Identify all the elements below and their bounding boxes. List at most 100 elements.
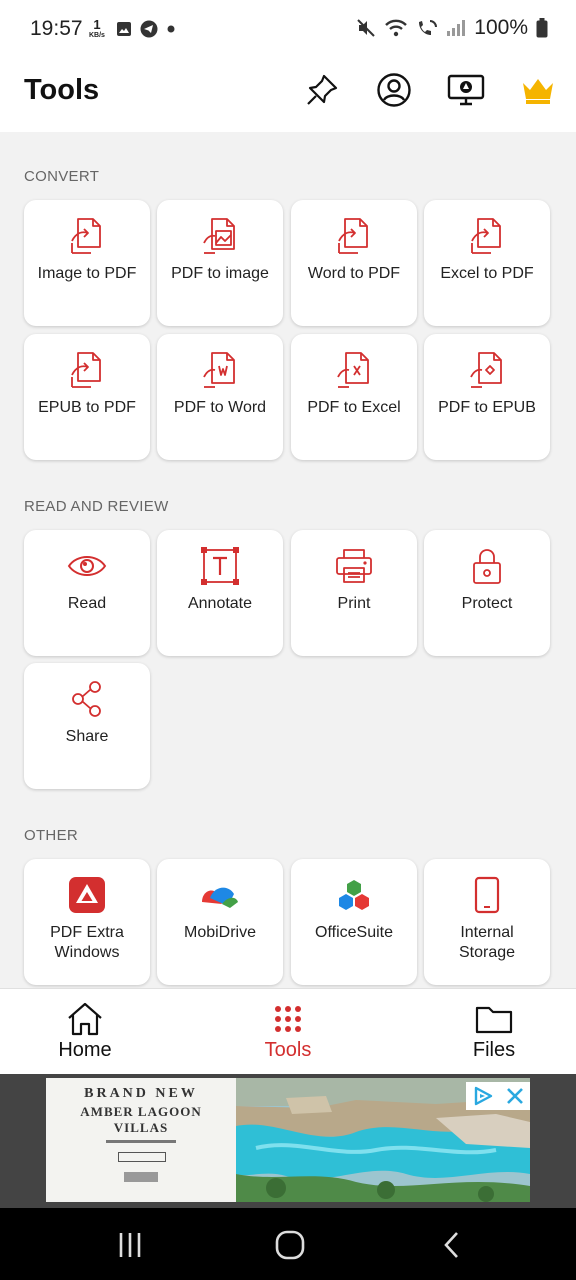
ad-text-panel: BRAND NEW AMBER LAGOON VILLAS	[46, 1078, 236, 1202]
nav-home-label: Home	[58, 1039, 112, 1061]
ad-cta-box	[118, 1152, 166, 1162]
tool-label: Image to PDF	[37, 265, 137, 282]
ad-choices-icon[interactable]	[472, 1085, 494, 1107]
ad-container: BRAND NEW AMBER LAGOON VILLAS	[0, 1074, 576, 1208]
bottom-navigation: Home Tools Files	[0, 988, 576, 1075]
ad-line-3: VILLAS	[113, 1120, 169, 1135]
battery-icon	[536, 18, 548, 38]
tool-label: Read	[67, 595, 107, 612]
network-speed-unit: KB/s	[89, 32, 105, 39]
mute-icon	[357, 19, 375, 37]
share-icon	[24, 679, 150, 719]
phone-storage-icon	[424, 875, 550, 915]
ad-banner[interactable]: BRAND NEW AMBER LAGOON VILLAS	[46, 1078, 530, 1202]
tool-image-to-pdf[interactable]: Image to PDF	[24, 200, 150, 326]
wifi-calling-icon	[419, 20, 438, 35]
tool-label: PDF Extra Windows	[50, 924, 124, 961]
ad-line-1: BRAND NEW	[84, 1086, 198, 1101]
officesuite-logo-icon	[291, 875, 417, 915]
app-officesuite[interactable]: OfficeSuite	[291, 859, 417, 985]
screen-share-icon[interactable]	[446, 70, 486, 110]
tool-label: Protect	[461, 595, 513, 612]
lock-icon	[424, 546, 550, 586]
home-button-icon[interactable]	[270, 1230, 310, 1260]
ad-choices-badge[interactable]	[466, 1082, 530, 1110]
tool-word-to-pdf[interactable]: Word to PDF	[291, 200, 417, 326]
excel-to-pdf-icon	[424, 216, 550, 256]
recent-apps-icon[interactable]	[110, 1230, 150, 1260]
tool-label: Annotate	[187, 595, 253, 612]
battery-percent: 100%	[474, 16, 528, 39]
pdf-to-image-icon	[157, 216, 283, 256]
tool-label: Print	[337, 595, 371, 612]
eye-icon	[24, 546, 150, 586]
grid-dots-icon	[192, 999, 384, 1039]
tool-label: Word to PDF	[307, 265, 401, 282]
back-icon[interactable]	[432, 1230, 472, 1260]
tool-label: Excel to PDF	[440, 265, 534, 282]
section-label-other: OTHER	[24, 827, 78, 844]
tool-label: OfficeSuite	[315, 924, 393, 941]
tool-protect[interactable]: Protect	[424, 530, 550, 656]
ad-close-icon[interactable]	[505, 1086, 525, 1106]
tool-label: PDF to EPUB	[438, 399, 536, 416]
telegram-icon	[140, 20, 158, 38]
tool-pdf-to-image[interactable]: PDF to image	[157, 200, 283, 326]
tool-pdf-to-word[interactable]: PDF to Word	[157, 334, 283, 460]
pdf-extra-logo-icon	[24, 875, 150, 915]
tool-annotate[interactable]: Annotate	[157, 530, 283, 656]
gallery-icon	[117, 22, 131, 36]
section-label-read-review: READ AND REVIEW	[24, 498, 169, 515]
ad-fine-print	[106, 1140, 176, 1143]
crown-icon[interactable]	[518, 70, 558, 110]
pin-icon[interactable]	[302, 70, 342, 110]
printer-icon	[291, 546, 417, 586]
internal-storage[interactable]: Internal Storage	[424, 859, 550, 985]
pdf-to-excel-icon	[291, 350, 417, 390]
tool-excel-to-pdf[interactable]: Excel to PDF	[424, 200, 550, 326]
network-speed: 1 KB/s	[89, 18, 105, 40]
account-icon[interactable]	[374, 70, 414, 110]
system-navigation-bar	[0, 1208, 576, 1280]
nav-tools-label: Tools	[264, 1039, 312, 1061]
ad-line-2: AMBER LAGOON	[80, 1104, 202, 1119]
tool-print[interactable]: Print	[291, 530, 417, 656]
image-to-pdf-icon	[24, 216, 150, 256]
text-annotate-icon	[157, 546, 283, 586]
tool-pdf-to-epub[interactable]: PDF to EPUB	[424, 334, 550, 460]
tool-label: MobiDrive	[183, 924, 256, 941]
ad-logo	[124, 1172, 158, 1182]
pdf-to-epub-icon	[424, 350, 550, 390]
wifi-icon	[385, 19, 408, 37]
nav-home[interactable]: Home	[0, 989, 181, 1075]
tool-share[interactable]: Share	[24, 663, 150, 789]
app-mobidrive[interactable]: MobiDrive	[157, 859, 283, 985]
tool-label: PDF to Word	[173, 399, 267, 416]
app-pdf-extra-windows[interactable]: PDF Extra Windows	[24, 859, 150, 985]
tool-read[interactable]: Read	[24, 530, 150, 656]
home-icon	[0, 999, 181, 1039]
pdf-to-word-icon	[157, 350, 283, 390]
tool-label: Share	[65, 728, 109, 745]
page-title: Tools	[24, 74, 100, 106]
signal-icon	[447, 20, 466, 36]
status-bar: 19:57 1 KB/s 100%	[0, 0, 576, 60]
network-speed-value: 1	[93, 17, 101, 32]
epub-to-pdf-icon	[24, 350, 150, 390]
tool-label: Internal Storage	[458, 924, 516, 961]
app-header: Tools	[0, 60, 576, 132]
mobidrive-logo-icon	[157, 875, 283, 915]
tool-label: EPUB to PDF	[38, 399, 136, 416]
nav-files[interactable]: Files	[398, 989, 576, 1075]
word-to-pdf-icon	[291, 216, 417, 256]
nav-tools[interactable]: Tools	[192, 989, 384, 1075]
section-label-convert: CONVERT	[24, 168, 100, 185]
tool-epub-to-pdf[interactable]: EPUB to PDF	[24, 334, 150, 460]
tool-label: PDF to Excel	[307, 399, 401, 416]
tool-pdf-to-excel[interactable]: PDF to Excel	[291, 334, 417, 460]
notification-dot-icon	[167, 25, 175, 33]
nav-files-label: Files	[472, 1039, 516, 1061]
status-time: 19:57	[30, 17, 83, 40]
tool-label: PDF to image	[171, 265, 269, 282]
folder-icon	[398, 999, 576, 1039]
